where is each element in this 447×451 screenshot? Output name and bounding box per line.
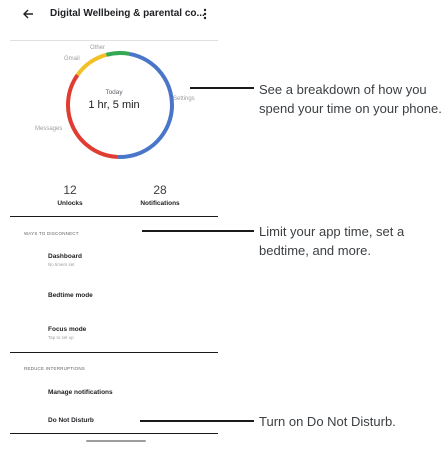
callout-line-limit <box>142 230 254 232</box>
section-divider <box>10 216 218 217</box>
callout-line-dnd <box>140 420 254 422</box>
callout-text-dnd: Turn on Do Not Disturb. <box>259 414 396 429</box>
item-subtitle: Tap to set up <box>48 335 74 340</box>
list-item-manage-notifications[interactable]: Manage notifications <box>48 389 113 396</box>
section-divider <box>10 352 218 353</box>
chart-label-gmail: Gmail <box>64 56 80 62</box>
unlocks-label: Unlocks <box>57 200 83 207</box>
item-title: Focus mode <box>48 326 87 333</box>
chart-center-value: 1 hr, 5 min <box>88 99 140 111</box>
item-subtitle: No timers set <box>48 262 75 267</box>
gesture-nav-handle[interactable] <box>86 440 146 442</box>
notifications-label: Notifications <box>140 200 180 207</box>
phone-screen: Digital Wellbeing & parental co... Other… <box>10 0 218 451</box>
section-heading-reduce: REDUCE INTERRUPTIONS <box>24 366 86 371</box>
chart-label-messages: Messages <box>35 126 63 132</box>
list-item-dashboard[interactable]: Dashboard No timers set <box>48 253 82 267</box>
unlocks-count: 12 <box>63 183 77 197</box>
section-divider <box>10 433 218 434</box>
section-heading-ways: WAYS TO DISCONNECT <box>24 231 79 236</box>
item-title: Manage notifications <box>48 389 113 396</box>
chart-center-label: Today <box>105 89 123 96</box>
callout-line-breakdown <box>190 87 254 89</box>
callout-text-breakdown: See a breakdown of how you spend your ti… <box>259 82 442 116</box>
item-title: Do Not Disturb <box>48 417 94 424</box>
list-item-do-not-disturb[interactable]: Do Not Disturb <box>48 417 94 424</box>
item-title: Bedtime mode <box>48 292 93 299</box>
donut-segment-messages[interactable] <box>66 73 118 159</box>
item-title: Dashboard <box>48 253 82 260</box>
donut-segment-other[interactable] <box>105 51 130 57</box>
donut-segment-gmail[interactable] <box>75 52 107 77</box>
list-item-focus-mode[interactable]: Focus mode Tap to set up <box>48 326 86 340</box>
callout-text-limit: Limit your app time, set a bedtime, and … <box>259 224 405 258</box>
chart-label-other: Other <box>90 45 106 51</box>
list-item-bedtime-mode[interactable]: Bedtime mode <box>48 292 93 299</box>
notifications-count: 28 <box>153 183 167 197</box>
